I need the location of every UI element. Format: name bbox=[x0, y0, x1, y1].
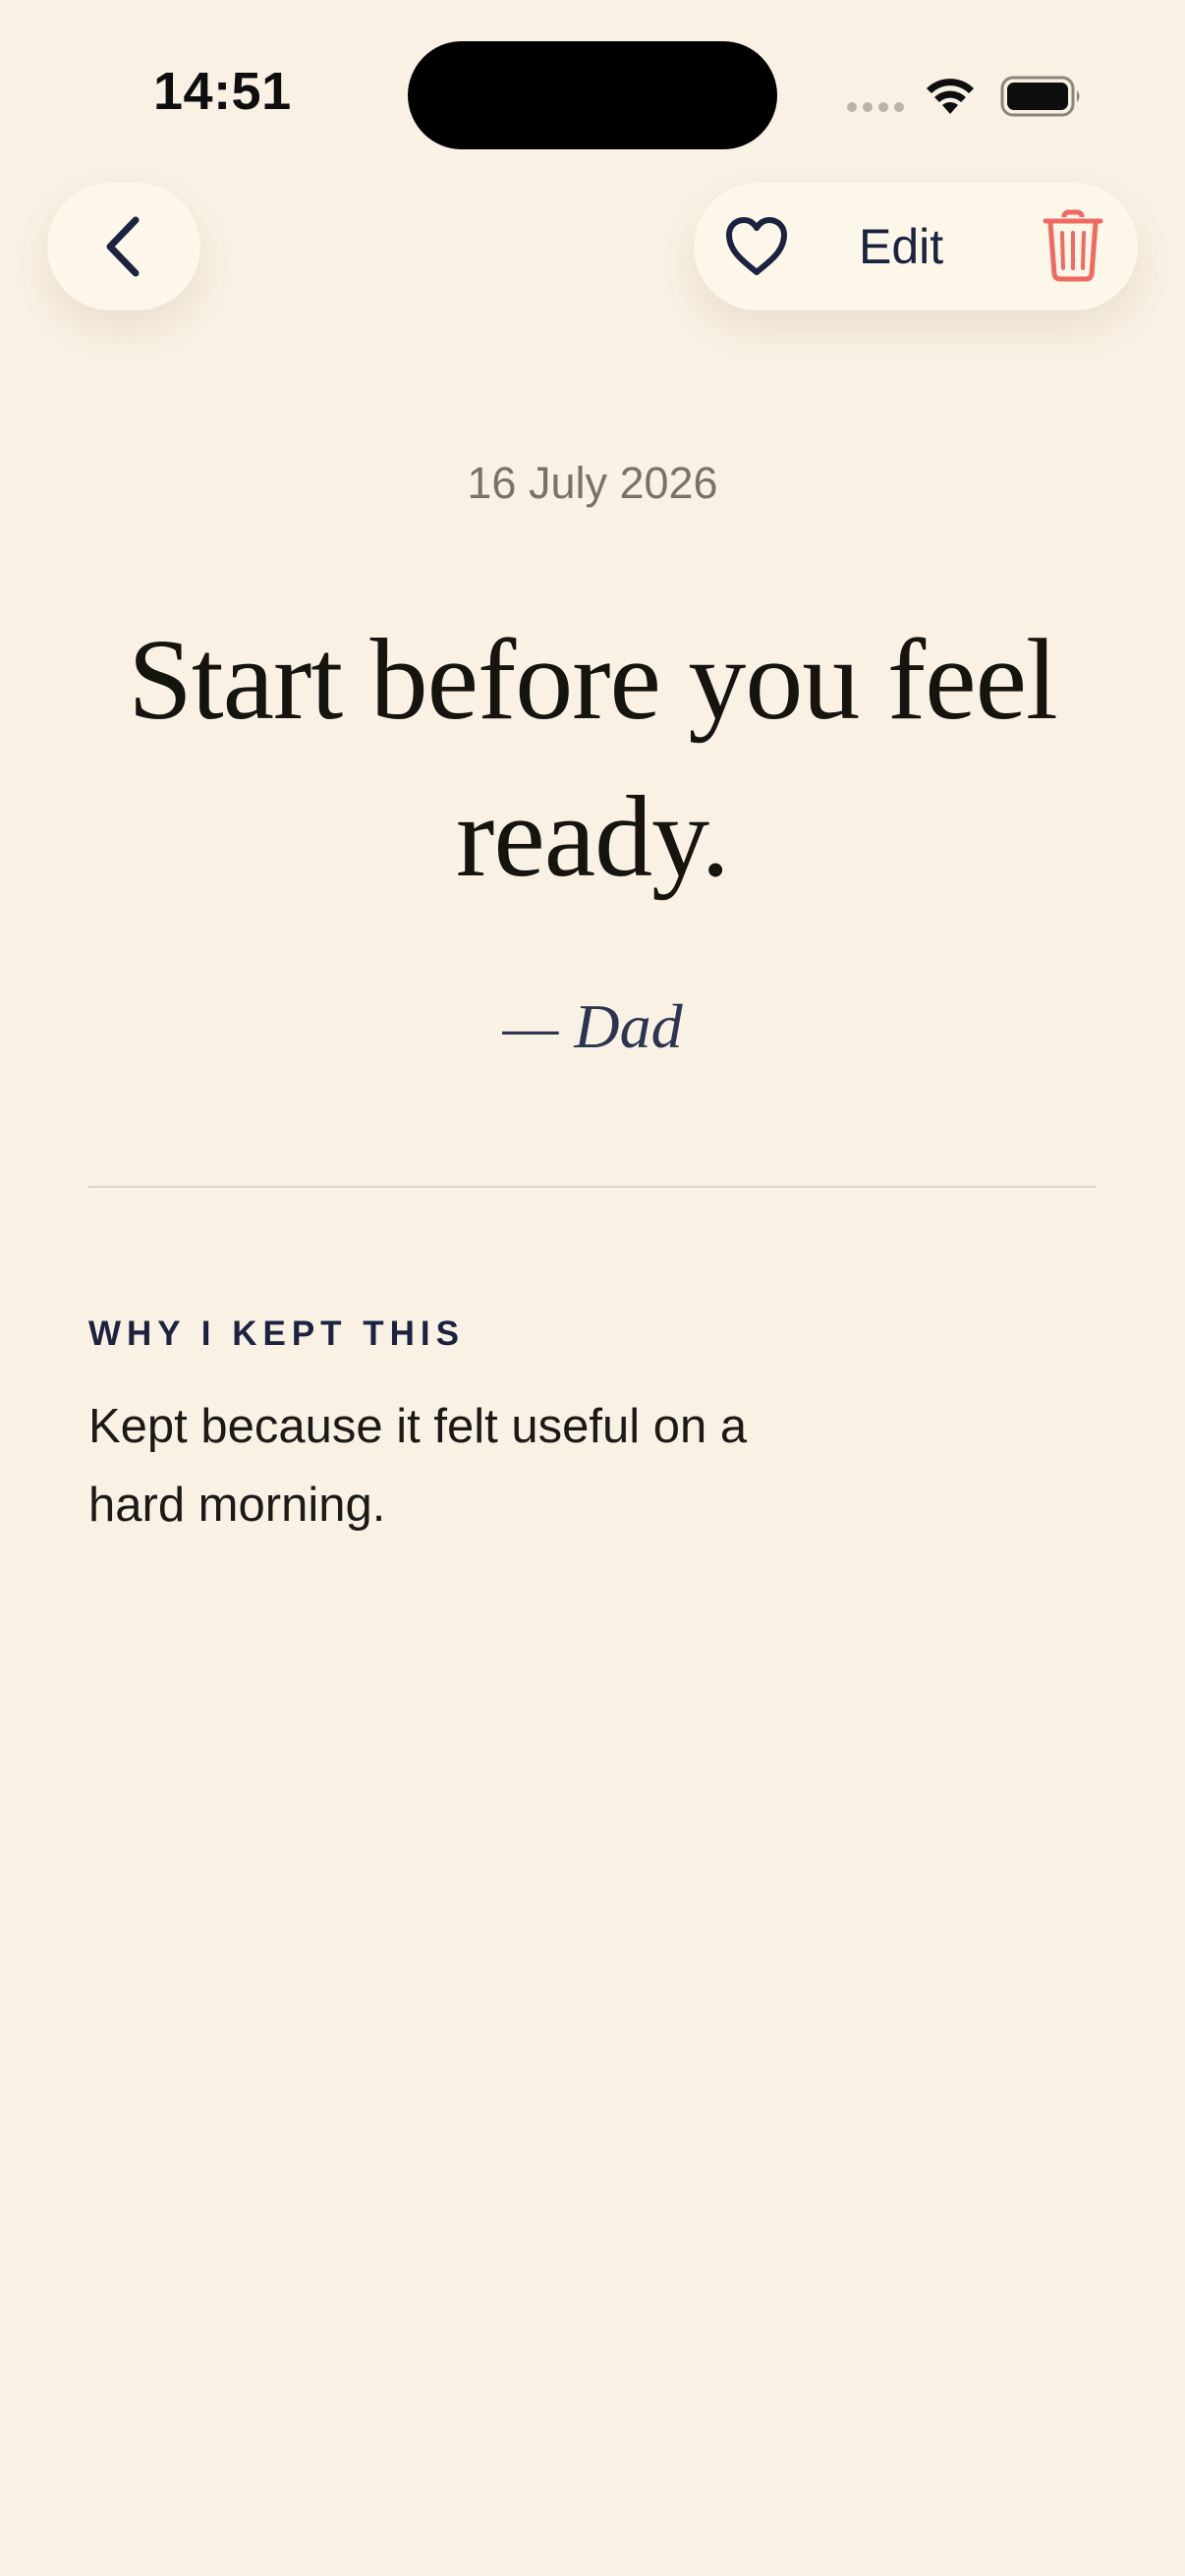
section-heading: WHY I KEPT THIS bbox=[88, 1315, 465, 1353]
battery-icon bbox=[1000, 76, 1080, 117]
delete-button[interactable] bbox=[1042, 208, 1104, 283]
back-button[interactable] bbox=[47, 183, 200, 310]
chevron-left-icon bbox=[106, 216, 140, 277]
cellular-signal-icon bbox=[847, 102, 904, 112]
dynamic-island bbox=[408, 41, 777, 149]
status-time: 14:51 bbox=[153, 62, 292, 121]
section-body: Kept because it felt useful on a hard mo… bbox=[88, 1400, 748, 1532]
quote-text: Start before you feel ready. bbox=[128, 615, 1058, 901]
entry-date: 16 July 2026 bbox=[467, 458, 718, 508]
quote-author: — Dad bbox=[502, 991, 683, 1061]
edit-button[interactable]: Edit bbox=[859, 212, 943, 281]
heart-icon bbox=[726, 217, 787, 275]
wifi-icon bbox=[927, 79, 974, 114]
entry-actions: Edit bbox=[694, 183, 1138, 310]
trash-icon bbox=[1043, 209, 1103, 282]
favorite-button[interactable] bbox=[721, 213, 792, 280]
divider bbox=[88, 1186, 1097, 1188]
